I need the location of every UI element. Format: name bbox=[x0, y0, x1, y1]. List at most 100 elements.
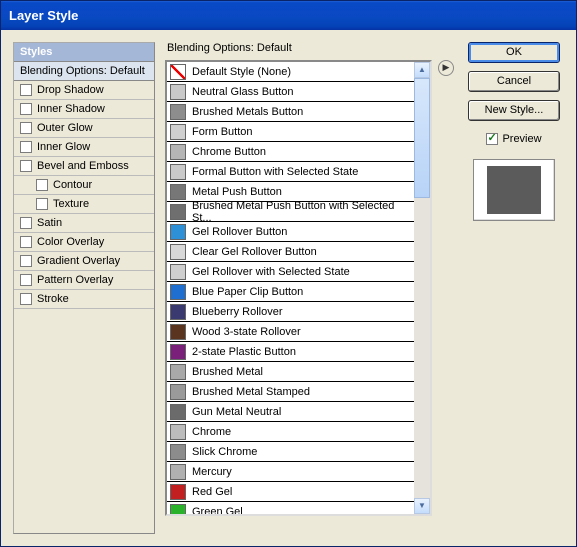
effect-checkbox[interactable] bbox=[20, 103, 32, 115]
style-row[interactable]: Blueberry Rollover bbox=[167, 302, 414, 322]
style-swatch-icon bbox=[170, 264, 186, 280]
style-swatch-icon bbox=[170, 184, 186, 200]
style-label: Slick Chrome bbox=[192, 446, 257, 458]
style-row[interactable]: Green Gel bbox=[167, 502, 414, 516]
effect-checkbox[interactable] bbox=[20, 217, 32, 229]
layer-style-dialog: Layer Style Styles Blending Options: Def… bbox=[0, 0, 577, 547]
style-swatch-icon bbox=[170, 164, 186, 180]
style-row[interactable]: Form Button bbox=[167, 122, 414, 142]
style-swatch-icon bbox=[170, 404, 186, 420]
effect-label: Color Overlay bbox=[37, 236, 104, 248]
style-swatch-icon bbox=[170, 104, 186, 120]
blending-options-row[interactable]: Blending Options: Default bbox=[14, 62, 154, 81]
effect-row-drop-shadow[interactable]: Drop Shadow bbox=[14, 81, 154, 100]
style-swatch-icon bbox=[170, 224, 186, 240]
effect-checkbox[interactable] bbox=[20, 274, 32, 286]
effect-checkbox[interactable] bbox=[20, 122, 32, 134]
style-row[interactable]: Gel Rollover with Selected State bbox=[167, 262, 414, 282]
style-row[interactable]: Default Style (None) bbox=[167, 62, 414, 82]
ok-button[interactable]: OK bbox=[468, 42, 560, 63]
style-row[interactable]: Neutral Glass Button bbox=[167, 82, 414, 102]
scrollbar-vertical[interactable]: ▲ ▼ bbox=[414, 62, 430, 514]
scroll-thumb[interactable] bbox=[414, 78, 430, 198]
style-swatch-icon bbox=[170, 144, 186, 160]
style-swatch-icon bbox=[170, 444, 186, 460]
style-label: Chrome Button bbox=[192, 146, 266, 158]
cancel-button[interactable]: Cancel bbox=[468, 71, 560, 92]
style-swatch-icon bbox=[170, 384, 186, 400]
style-swatch-icon bbox=[170, 364, 186, 380]
effect-row-gradient-overlay[interactable]: Gradient Overlay bbox=[14, 252, 154, 271]
style-row[interactable]: Chrome bbox=[167, 422, 414, 442]
style-row[interactable]: Gun Metal Neutral bbox=[167, 402, 414, 422]
effect-row-satin[interactable]: Satin bbox=[14, 214, 154, 233]
style-swatch-icon bbox=[170, 64, 186, 80]
effect-checkbox[interactable] bbox=[20, 84, 32, 96]
effect-row-inner-glow[interactable]: Inner Glow bbox=[14, 138, 154, 157]
style-swatch-icon bbox=[170, 304, 186, 320]
style-row[interactable]: Formal Button with Selected State bbox=[167, 162, 414, 182]
scroll-up-button[interactable]: ▲ bbox=[414, 62, 430, 78]
effect-checkbox[interactable] bbox=[20, 255, 32, 267]
new-style-button[interactable]: New Style... bbox=[468, 100, 560, 121]
style-row[interactable]: Wood 3-state Rollover bbox=[167, 322, 414, 342]
scroll-track[interactable] bbox=[414, 78, 430, 498]
window-title: Layer Style bbox=[9, 8, 78, 23]
effect-label: Outer Glow bbox=[37, 122, 93, 134]
style-row[interactable]: Blue Paper Clip Button bbox=[167, 282, 414, 302]
effect-row-contour[interactable]: Contour bbox=[14, 176, 154, 195]
effect-row-bevel-and-emboss[interactable]: Bevel and Emboss bbox=[14, 157, 154, 176]
effect-row-pattern-overlay[interactable]: Pattern Overlay bbox=[14, 271, 154, 290]
style-label: Brushed Metal bbox=[192, 366, 263, 378]
preview-checkbox[interactable] bbox=[486, 133, 498, 145]
effect-checkbox[interactable] bbox=[20, 160, 32, 172]
effect-row-color-overlay[interactable]: Color Overlay bbox=[14, 233, 154, 252]
style-label: Red Gel bbox=[192, 486, 232, 498]
style-label: Default Style (None) bbox=[192, 66, 291, 78]
effect-label: Inner Shadow bbox=[37, 103, 105, 115]
effect-label: Stroke bbox=[37, 293, 69, 305]
style-label: Wood 3-state Rollover bbox=[192, 326, 301, 338]
style-row[interactable]: Red Gel bbox=[167, 482, 414, 502]
right-column: OK Cancel New Style... Preview bbox=[464, 42, 564, 534]
style-row[interactable]: Mercury bbox=[167, 462, 414, 482]
style-swatch-icon bbox=[170, 464, 186, 480]
styles-header[interactable]: Styles bbox=[14, 43, 154, 62]
style-row[interactable]: Gel Rollover Button bbox=[167, 222, 414, 242]
preview-checkbox-row[interactable]: Preview bbox=[486, 133, 541, 145]
effect-row-outer-glow[interactable]: Outer Glow bbox=[14, 119, 154, 138]
titlebar[interactable]: Layer Style bbox=[1, 1, 576, 30]
style-swatch-icon bbox=[170, 84, 186, 100]
style-row[interactable]: Slick Chrome bbox=[167, 442, 414, 462]
effect-row-texture[interactable]: Texture bbox=[14, 195, 154, 214]
effect-checkbox[interactable] bbox=[20, 293, 32, 305]
style-swatch-icon bbox=[170, 204, 186, 220]
style-label: Form Button bbox=[192, 126, 253, 138]
scroll-down-button[interactable]: ▼ bbox=[414, 498, 430, 514]
style-row[interactable]: Chrome Button bbox=[167, 142, 414, 162]
effect-label: Texture bbox=[53, 198, 89, 210]
style-row[interactable]: Clear Gel Rollover Button bbox=[167, 242, 414, 262]
effect-label: Pattern Overlay bbox=[37, 274, 113, 286]
effect-checkbox[interactable] bbox=[20, 236, 32, 248]
flyout-menu-icon[interactable]: ▶ bbox=[438, 60, 454, 76]
effect-checkbox[interactable] bbox=[36, 198, 48, 210]
style-label: Formal Button with Selected State bbox=[192, 166, 358, 178]
effect-checkbox[interactable] bbox=[36, 179, 48, 191]
style-label: Clear Gel Rollover Button bbox=[192, 246, 317, 258]
effect-row-stroke[interactable]: Stroke bbox=[14, 290, 154, 309]
style-label: Mercury bbox=[192, 466, 232, 478]
style-row[interactable]: Brushed Metals Button bbox=[167, 102, 414, 122]
style-row[interactable]: Brushed Metal Push Button with Selected … bbox=[167, 202, 414, 222]
style-label: Gel Rollover Button bbox=[192, 226, 287, 238]
effect-row-inner-shadow[interactable]: Inner Shadow bbox=[14, 100, 154, 119]
style-row[interactable]: Brushed Metal Stamped bbox=[167, 382, 414, 402]
style-label: Green Gel bbox=[192, 506, 243, 517]
style-label: Metal Push Button bbox=[192, 186, 282, 198]
style-row[interactable]: Brushed Metal bbox=[167, 362, 414, 382]
style-label: 2-state Plastic Button bbox=[192, 346, 296, 358]
effect-checkbox[interactable] bbox=[20, 141, 32, 153]
style-row[interactable]: 2-state Plastic Button bbox=[167, 342, 414, 362]
styles-category-panel: Styles Blending Options: Default Drop Sh… bbox=[13, 42, 155, 534]
effect-label: Contour bbox=[53, 179, 92, 191]
